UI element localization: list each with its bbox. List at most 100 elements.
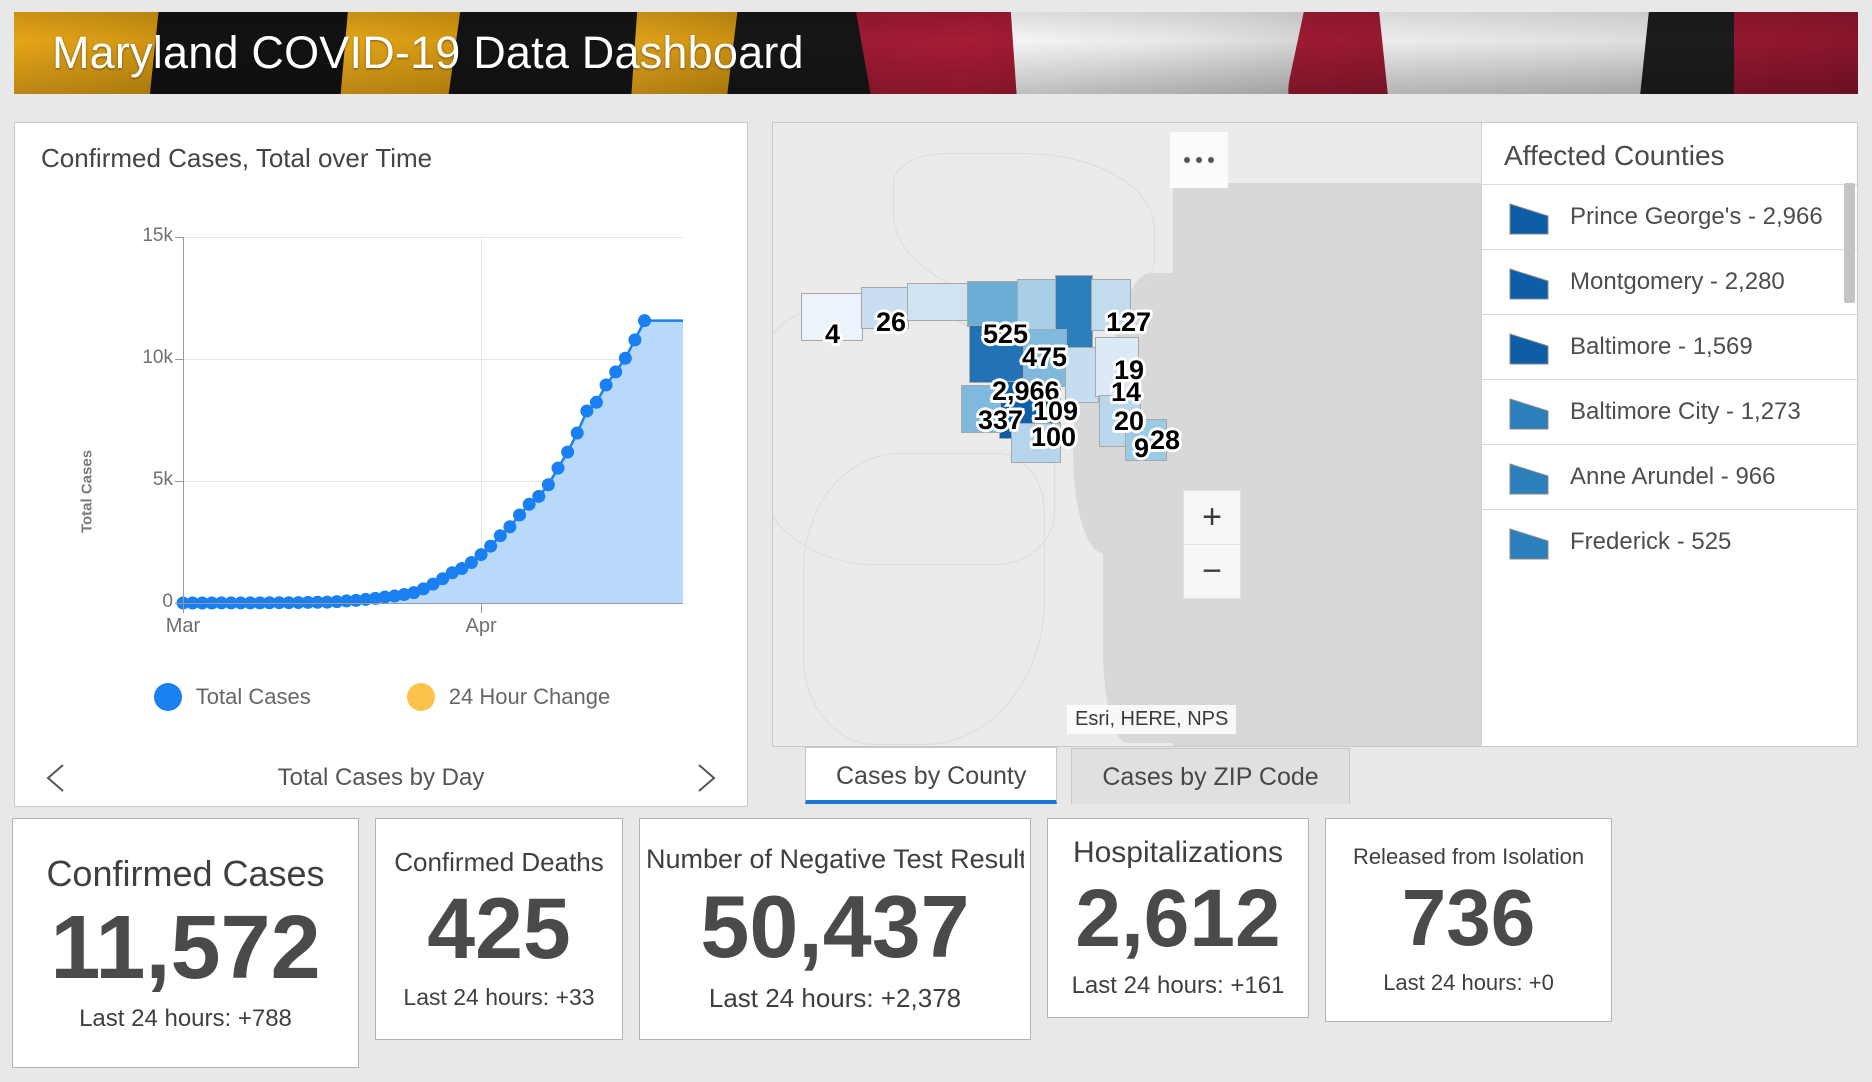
chart-y-axis-label: Total Cases <box>78 449 96 534</box>
county-polygon-icon <box>1508 393 1552 431</box>
stat-card-value: 2,612 <box>1075 872 1281 964</box>
stat-card-delta: Last 24 hours: +161 <box>1071 972 1285 1000</box>
map-county-count-label: 14 <box>1108 375 1143 410</box>
stat-card: Confirmed Cases 11,572 Last 24 hours: +788 <box>12 818 359 1068</box>
map-county-count-label: 26 <box>873 305 908 340</box>
county-list-item[interactable]: Anne Arundel - 966 <box>1482 444 1857 509</box>
chart-data-point <box>599 378 613 392</box>
chart-data-point <box>551 461 565 475</box>
chart-y-tick-label: 5k <box>152 469 173 490</box>
affected-counties-title: Affected Counties <box>1504 140 1725 171</box>
chart-y-axis-ticks: 0 5k 10k 15k <box>115 183 173 623</box>
chart-data-point <box>589 395 603 409</box>
affected-counties-list[interactable]: Prince George's - 2,966 Montgomery - 2,28… <box>1482 184 1857 574</box>
stat-card-value: 11,572 <box>50 897 321 998</box>
stat-card-delta: Last 24 hours: +2,378 <box>708 983 962 1014</box>
chart-title: Confirmed Cases, Total over Time <box>41 143 433 173</box>
map-county-count-label: 100 <box>1028 420 1078 455</box>
stat-card-label: Hospitalizations <box>1072 835 1284 869</box>
county-list-item-label: Prince George's - 2,966 <box>1570 203 1823 231</box>
chart-data-point <box>541 478 555 492</box>
map-tabs[interactable]: Cases by County Cases by ZIP Code <box>805 747 1350 804</box>
county-list-item[interactable]: Prince George's - 2,966 <box>1482 184 1857 249</box>
map-county-count-label: 9 <box>1131 431 1151 466</box>
chart-plot-area: Total Cases 0 5k 10k 15k Mar Apr <box>15 183 749 683</box>
counties-scrollbar[interactable] <box>1844 183 1855 303</box>
county-list-item[interactable]: Baltimore City - 1,273 <box>1482 379 1857 444</box>
county-list-item-label: Baltimore - 1,569 <box>1570 333 1753 361</box>
map-county-count-label: 475 <box>1019 340 1069 375</box>
stat-card-label: Confirmed Deaths <box>394 846 604 877</box>
chart-y-tick-mark <box>175 481 183 482</box>
chart-y-tick-mark <box>175 237 183 238</box>
county-polygon-icon <box>1508 523 1552 561</box>
chart-y-axis-line <box>183 237 184 603</box>
chart-data-point <box>503 520 517 534</box>
county-polygon-icon <box>1508 458 1552 496</box>
chart-data-point <box>513 508 527 522</box>
county-list-item[interactable]: Montgomery - 2,280 <box>1482 249 1857 314</box>
zoom-out-button[interactable]: − <box>1184 544 1240 598</box>
tab-cases-by-county[interactable]: Cases by County <box>805 747 1058 804</box>
chart-line-series <box>176 314 683 610</box>
chart-legend: Total Cases 24 Hour Change <box>15 683 749 711</box>
map-county-count-label: 337 <box>975 403 1025 438</box>
chart-y-tick-mark <box>175 359 183 360</box>
stat-card-value: 425 <box>427 880 571 977</box>
chart-pager-label: Total Cases by Day <box>277 764 485 791</box>
chart-data-point <box>561 445 575 459</box>
county-polygon-icon <box>1508 328 1552 366</box>
stat-card: Hospitalizations 2,612 Last 24 hours: +161 <box>1047 818 1309 1018</box>
stat-card-label: Confirmed Cases <box>46 852 325 894</box>
chart-data-point <box>609 365 623 379</box>
chart-x-axis-line <box>183 603 683 604</box>
stat-card-delta: Last 24 hours: +0 <box>1383 970 1554 995</box>
map-panel: 4 26 525 475 127 19 2,966 14 337 109 20 100 9 28 + − … <box>772 122 1858 747</box>
county-list-item-label: Montgomery - 2,280 <box>1570 268 1785 296</box>
chart-data-point <box>570 426 584 440</box>
county-list-item[interactable]: Frederick - 525 <box>1482 509 1857 574</box>
chart-data-point <box>618 351 632 365</box>
triangle-right-icon[interactable] <box>695 763 717 793</box>
summary-stat-cards: Confirmed Cases 11,572 Last 24 hours: +788… <box>12 818 1860 1068</box>
tab-cases-by-zip-code[interactable]: Cases by ZIP Code <box>1071 748 1350 804</box>
chart-data-point <box>493 529 507 543</box>
stat-card: Confirmed Deaths 425 Last 24 hours: +33 <box>375 818 623 1040</box>
chart-y-tick-label: 0 <box>162 591 173 612</box>
stat-card-delta: Last 24 hours: +788 <box>79 1005 292 1033</box>
stat-card: Released from Isolation 736 Last 24 hours:… <box>1325 818 1612 1022</box>
stat-card: Number of Negative Test Results 50,437 Las… <box>639 818 1031 1040</box>
county-map[interactable]: 4 26 525 475 127 19 2,966 14 337 109 20 100 9 28 + − … <box>773 123 1481 746</box>
stat-card-label: Released from Isolation <box>1352 844 1585 869</box>
chart-y-tick-label: 10k <box>142 347 173 368</box>
affected-counties-panel: Affected Counties Prince George's - 2,96… <box>1481 123 1857 746</box>
ellipsis-icon[interactable] <box>1170 132 1228 188</box>
map-county-count-label: 28 <box>1147 423 1182 458</box>
chart-legend-item[interactable]: Total Cases <box>153 683 311 711</box>
chart-y-tick-mark <box>175 603 183 604</box>
page-title: Maryland COVID-19 Data Dashboard <box>52 27 804 78</box>
county-polygon-icon <box>1508 263 1552 301</box>
legend-label: 24 Hour Change <box>448 684 611 709</box>
chart-y-tick-label: 15k <box>142 225 173 246</box>
map-attribution: Esri, HERE, NPS <box>1067 705 1237 734</box>
county-list-item[interactable]: Baltimore - 1,569 <box>1482 314 1857 379</box>
chart-data-point <box>484 539 498 553</box>
county-polygon-icon <box>1508 198 1552 236</box>
zoom-in-button[interactable]: + <box>1184 491 1240 544</box>
chart-data-point <box>532 489 546 503</box>
county-list-item-label: Baltimore City - 1,273 <box>1570 398 1801 426</box>
legend-swatch <box>406 683 435 711</box>
chart-pager: Total Cases by Day <box>14 750 748 807</box>
county-list-item-label: Frederick - 525 <box>1570 528 1732 556</box>
dashboard-header: Maryland COVID-19 Data Dashboard <box>14 12 1858 94</box>
chart-series-container <box>176 237 683 610</box>
triangle-left-icon[interactable] <box>45 763 67 793</box>
chart-data-point <box>638 314 652 328</box>
chart-data-point <box>628 333 642 347</box>
map-zoom-controls[interactable]: + − <box>1183 490 1241 599</box>
cases-over-time-panel: Confirmed Cases, Total over Time Total C… <box>14 122 748 807</box>
stat-card-value: 736 <box>1401 873 1536 962</box>
chart-x-tick-label: Apr <box>465 615 497 637</box>
chart-legend-item[interactable]: 24 Hour Change <box>406 683 611 711</box>
